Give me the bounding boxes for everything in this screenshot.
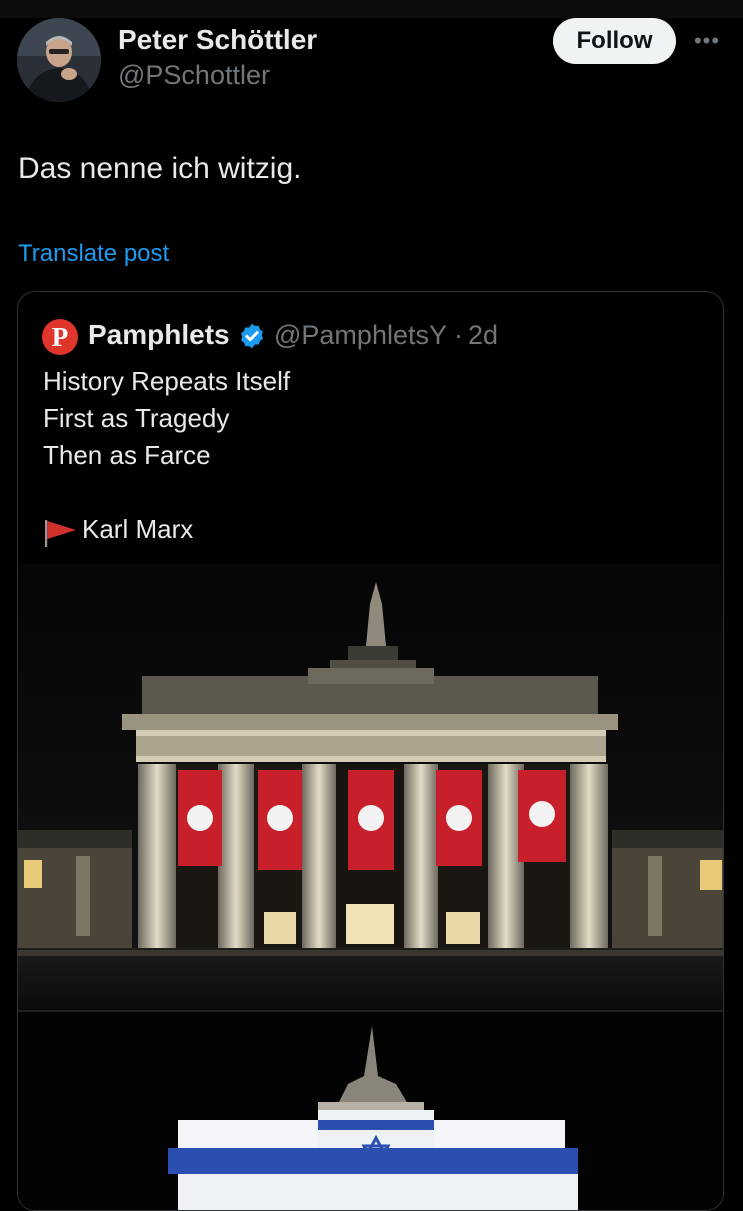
red-flag-icon	[45, 520, 76, 547]
author-name[interactable]: Peter Schöttler	[118, 24, 317, 56]
more-horizontal-icon[interactable]: •••	[692, 26, 722, 56]
quoted-author-name[interactable]: Pamphlets	[88, 319, 230, 351]
author-handle[interactable]: @PSchottler	[118, 60, 270, 91]
top-status-strip	[0, 0, 743, 18]
quoted-post-card[interactable]: P Pamphlets @PamphletsY · 2d History Rep…	[17, 291, 724, 1211]
follow-button[interactable]: Follow	[553, 18, 676, 64]
post-text: Das nenne ich witzig.	[18, 152, 302, 185]
quote-text-line: Then as Farce	[43, 440, 211, 470]
quoted-post-time[interactable]: 2d	[468, 320, 498, 351]
pamphlets-logo-icon[interactable]: P	[42, 319, 78, 355]
quoted-post-image[interactable]	[18, 564, 723, 1210]
translate-post-link[interactable]: Translate post	[18, 240, 169, 268]
quote-attribution: Karl Marx	[82, 514, 194, 544]
quote-text-line: History Repeats Itself	[43, 366, 291, 396]
author-avatar[interactable]	[17, 18, 101, 102]
verified-badge-icon	[241, 323, 263, 349]
avatar-photo	[17, 18, 101, 102]
quote-text-line: First as Tragedy	[43, 403, 230, 433]
brandenburg-gate-photos	[18, 564, 723, 1210]
quoted-author-handle[interactable]: @PamphletsY	[274, 320, 447, 351]
meta-separator: ·	[454, 320, 463, 350]
